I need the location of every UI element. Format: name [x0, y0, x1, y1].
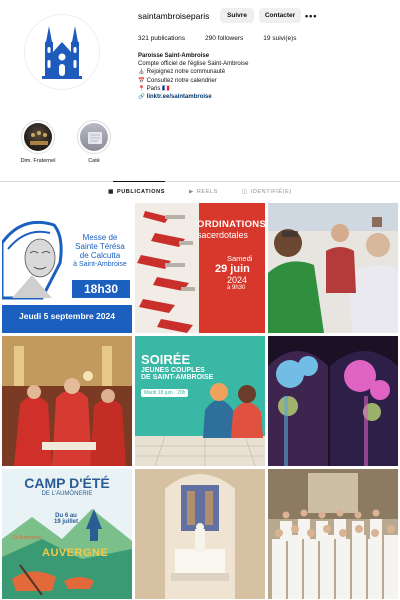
tab-identifie[interactable]: ◫ IDENTIFIÉ(E): [242, 189, 292, 195]
profile-avatar[interactable]: [24, 14, 100, 90]
bio-line-2: Rejoignez notre communauté: [146, 69, 226, 76]
profile-username: saintambroiseparis: [138, 11, 210, 21]
post-photo: [2, 336, 132, 466]
post-time: 18h30: [72, 280, 130, 298]
post-text: Sainte Térésa: [75, 242, 125, 251]
post-ordinations[interactable]: ORDINATIONS sacerdotales Samedi 29 juin …: [135, 203, 265, 333]
post-text: à 9h30: [227, 285, 246, 291]
followers-count[interactable]: 290 followers: [205, 35, 243, 42]
post-photo: [268, 469, 398, 599]
following-count[interactable]: 19 suivi(e)s: [263, 35, 296, 42]
highlight-thumbnail: [80, 123, 108, 151]
bio-line-1: Compte officiel de l'église Saint-Ambroi…: [138, 61, 249, 68]
post-text: Messe de: [82, 233, 118, 242]
follow-button[interactable]: Suivre: [220, 8, 254, 23]
grid-icon: ▦: [108, 189, 114, 195]
tab-reels[interactable]: ▶ REELS: [189, 189, 218, 195]
post-photo: [268, 336, 398, 466]
tagged-icon: ◫: [241, 189, 248, 195]
post-text: 29 juin: [215, 263, 250, 275]
post-text: ORDINATIONS: [197, 219, 265, 230]
profile-bio: Paroisse Saint-Ambroise Compte officiel …: [138, 52, 338, 101]
highlight-label: Caté: [88, 158, 100, 164]
pin-emoji-icon: 📍: [138, 85, 145, 92]
church-emoji-icon: ⛪: [138, 69, 145, 76]
tab-publications[interactable]: ▦ PUBLICATIONS: [108, 189, 165, 195]
post-photo: [135, 469, 265, 599]
post-text: sacerdotales: [197, 230, 249, 240]
post-teresa-mass[interactable]: Messe de Sainte Térésa de Calcutta à Sai…: [2, 203, 132, 333]
tab-label: PUBLICATIONS: [116, 189, 166, 195]
post-text: CAMP D'ÉTÉ: [24, 475, 110, 491]
calendar-emoji-icon: 📅: [138, 77, 145, 84]
highlight-cate[interactable]: Caté: [77, 120, 111, 164]
posts-count[interactable]: 321 publications: [138, 35, 185, 42]
post-text: à Saint-Ambroise: [73, 261, 127, 268]
post-church-interior[interactable]: [135, 469, 265, 599]
post-choir-photo[interactable]: [268, 469, 398, 599]
post-text: DE L'AUMÔNERIE: [41, 491, 93, 497]
more-options-icon[interactable]: •••: [305, 11, 317, 21]
bio-link[interactable]: linktr.ee/saintambroise: [147, 94, 212, 100]
post-date: Jeudi 5 septembre 2024: [19, 311, 115, 321]
post-priests-photo[interactable]: [268, 203, 398, 333]
active-tab-indicator: [113, 181, 165, 182]
post-priests-artwork: [135, 203, 199, 333]
bio-line-4: Paris 🇫🇷: [146, 85, 170, 92]
profile-tabs: ▦ PUBLICATIONS ▶ REELS ◫ IDENTIFIÉ(E): [0, 189, 400, 195]
post-mass-photo[interactable]: [2, 336, 132, 466]
link-icon: 🔗: [138, 94, 145, 101]
tab-label: IDENTIFIÉ(E): [250, 189, 292, 195]
post-text: 2024: [227, 275, 248, 285]
bio-line-3: Consultez notre calendrier: [146, 77, 217, 84]
highlight-dim-fraternel[interactable]: Dim. Fraternel: [21, 120, 55, 164]
posts-grid: Messe de Sainte Térésa de Calcutta à Sai…: [2, 203, 398, 599]
post-text: 19 juillet: [54, 519, 79, 525]
post-photo: [268, 203, 398, 333]
highlight-thumbnail: [24, 123, 52, 151]
tab-label: REELS: [196, 189, 218, 195]
post-illuminated-church[interactable]: [268, 336, 398, 466]
contact-button[interactable]: Contacter: [259, 8, 301, 23]
bio-name: Paroisse Saint-Ambroise: [138, 53, 210, 59]
post-text: de Calcutta: [79, 251, 121, 260]
highlight-label: Dim. Fraternel: [20, 158, 56, 164]
profile-stats: 321 publications 290 followers 19 suivi(…: [138, 35, 297, 42]
church-logo-icon: [42, 26, 82, 79]
post-soiree-couples[interactable]: SOIRÉE JEUNES COUPLES DE SAINT-AMBROISE …: [135, 336, 265, 466]
post-couple-artwork: [135, 383, 265, 466]
post-camp-ete[interactable]: CAMP D'ÉTÉ DE L'AUMÔNERIE Du 6 au 19 jui…: [2, 469, 132, 599]
post-text: St Ambroise: [12, 535, 42, 541]
post-text: Samedi: [227, 254, 253, 263]
reels-icon: ▶: [189, 189, 194, 195]
tabs-divider: [0, 181, 400, 182]
post-text: AUVERGNE: [42, 547, 109, 559]
